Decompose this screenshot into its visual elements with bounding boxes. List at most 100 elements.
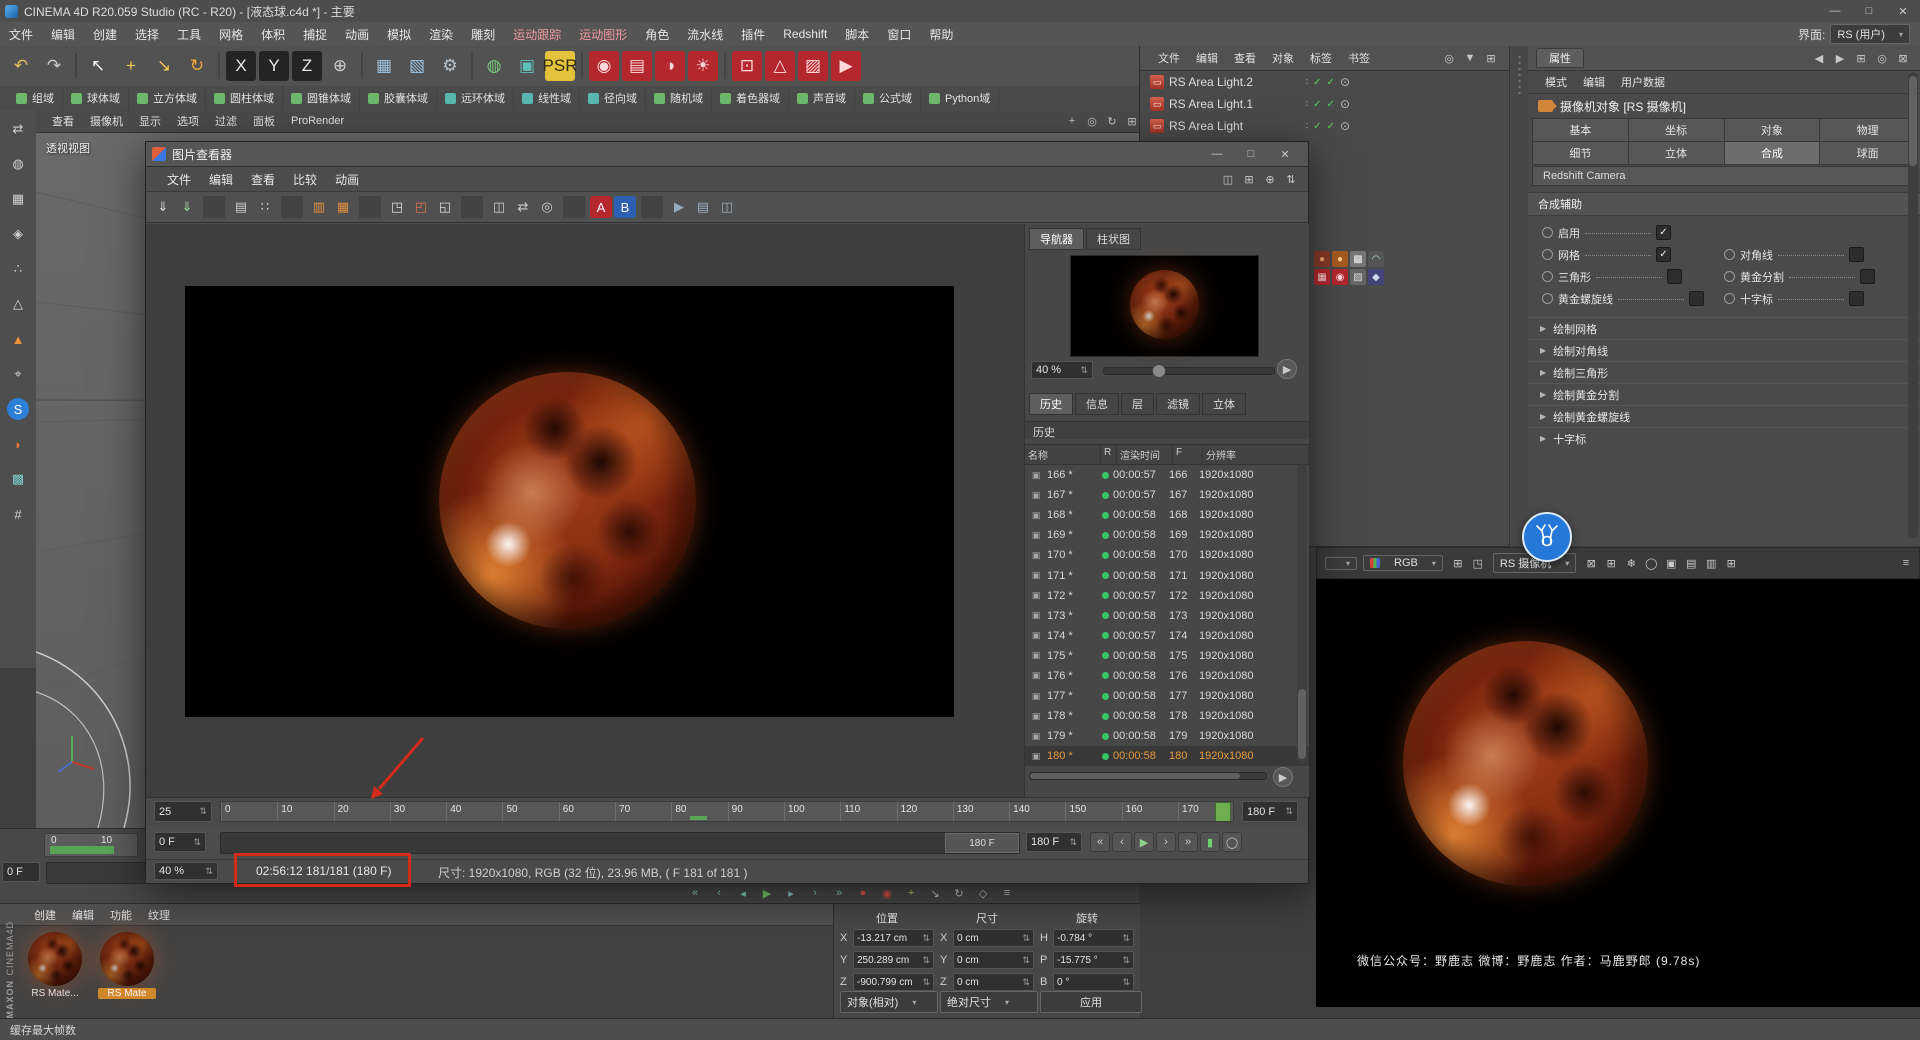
attribute-tab[interactable]: 基本: [1533, 119, 1628, 141]
object-row[interactable]: ▭ RS Area Light.1 ∶ ✓ ✓ ⊙: [1140, 93, 1350, 115]
interface-dropdown[interactable]: RS (用户) ▾: [1830, 24, 1910, 44]
tab-redshift-camera[interactable]: Redshift Camera: [1532, 166, 1916, 186]
field-preset-button[interactable]: 着色器域: [712, 86, 789, 110]
pv-start-frame-field[interactable]: 0 F ⇅: [154, 832, 206, 852]
ab-swap-icon[interactable]: ⇄: [512, 196, 534, 218]
selection-tool-icon[interactable]: ↖: [83, 51, 113, 81]
crop-region-icon[interactable]: ◰: [410, 196, 432, 218]
collapsible-section[interactable]: ▶ 绘制网格: [1528, 317, 1920, 339]
enabled-check[interactable]: ✓: [1313, 99, 1321, 110]
checkbox[interactable]: [1849, 291, 1864, 306]
attribute-tab[interactable]: 对象: [1724, 119, 1820, 141]
tab-attributes[interactable]: 属性: [1536, 48, 1584, 68]
rs-camera-icon[interactable]: ⊡: [732, 51, 762, 81]
collapsible-section[interactable]: ▶ 绘制黄金螺旋线: [1528, 405, 1920, 427]
channels-icon[interactable]: ▤: [230, 196, 252, 218]
viewport-menu-item[interactable]: 查看: [44, 113, 82, 129]
pv-frame-slider[interactable]: 180 F: [220, 832, 1020, 854]
checkbox[interactable]: [1849, 247, 1864, 262]
enable-axis-icon[interactable]: ⌖: [7, 363, 29, 385]
attribute-scrollbar[interactable]: [1908, 72, 1918, 538]
menu-item[interactable]: 窗口: [878, 26, 920, 43]
rs-proxy-icon[interactable]: △: [765, 51, 795, 81]
section-title[interactable]: 合成辅助: [1528, 192, 1920, 216]
expand-triangle-icon[interactable]: ▶: [1540, 324, 1546, 333]
exposure-icon[interactable]: ▥: [308, 196, 330, 218]
render-view-button[interactable]: ▦: [369, 51, 399, 81]
bookmark-icon[interactable]: ⊞: [1482, 49, 1500, 67]
apply-button[interactable]: 应用: [1040, 991, 1142, 1013]
coord-system-button[interactable]: ⊕: [325, 51, 355, 81]
compositing-tag-icon[interactable]: ▦: [1314, 269, 1330, 285]
menu-item[interactable]: 运动图形: [570, 26, 636, 43]
checkbox[interactable]: [1860, 269, 1875, 284]
key-param-icon[interactable]: ◇: [974, 884, 992, 902]
close-button[interactable]: ✕: [1886, 0, 1920, 22]
checkbox[interactable]: [1689, 291, 1704, 306]
scroll-sync-icon[interactable]: ⇅: [1282, 170, 1300, 188]
search-icon[interactable]: ◎: [1440, 49, 1458, 67]
size-mode-dropdown[interactable]: 绝对尺寸 ▾: [940, 991, 1038, 1013]
attribute-tab[interactable]: 物理: [1820, 119, 1915, 141]
uv-edit-icon[interactable]: ▩: [7, 468, 29, 490]
enabled-check[interactable]: ✓: [1313, 77, 1321, 88]
field-preset-button[interactable]: 径向域: [580, 86, 646, 110]
rotate-view-icon[interactable]: ↻: [1103, 112, 1121, 130]
attribute-tab[interactable]: 立体: [1628, 142, 1724, 164]
history-row[interactable]: ▣ 171 * 00:00:58 171 1920x1080: [1025, 565, 1309, 585]
rs-sun-icon[interactable]: ☀: [688, 51, 718, 81]
simulate-icon[interactable]: ◍: [479, 51, 509, 81]
pv-status-zoom-field[interactable]: 40 % ⇅: [154, 862, 218, 880]
om-menu-item[interactable]: 书签: [1340, 50, 1378, 66]
menu-item[interactable]: 雕刻: [462, 26, 504, 43]
scale-tool-icon[interactable]: ↘: [149, 51, 179, 81]
pv-navigator-thumbnail[interactable]: [1070, 255, 1259, 357]
field-preset-button[interactable]: 声音域: [789, 86, 855, 110]
field-preset-button[interactable]: 远环体域: [437, 86, 514, 110]
visibility-dots[interactable]: ∶: [1306, 77, 1309, 88]
texture-tag-icon[interactable]: ▨: [1350, 269, 1366, 285]
maximize-button[interactable]: □: [1852, 0, 1886, 22]
object-row[interactable]: ▭ RS Area Light ∶ ✓ ✓ ⊙: [1140, 115, 1350, 137]
playhead[interactable]: [1215, 802, 1231, 821]
history-row[interactable]: ▣ 170 * 00:00:58 170 1920x1080: [1025, 545, 1309, 565]
material-menu-item[interactable]: 编辑: [64, 907, 102, 923]
rs-dome-light-icon[interactable]: ◑: [655, 51, 685, 81]
om-menu-item[interactable]: 查看: [1226, 50, 1264, 66]
pv-end-frame-field[interactable]: 180 F ⇅: [1242, 801, 1298, 822]
history-row[interactable]: ▣ 174 * 00:00:57 174 1920x1080: [1025, 626, 1309, 646]
prev-frame-button[interactable]: ◂: [734, 884, 752, 902]
search-icon[interactable]: ◎: [1873, 49, 1891, 67]
back-icon[interactable]: ◀: [1810, 49, 1828, 67]
history-row[interactable]: ▣ 180 * 00:00:58 180 1920x1080: [1025, 746, 1309, 767]
psr-icon[interactable]: PSR: [543, 51, 577, 81]
coordinate-field[interactable]: -13.217 cm ⇅: [853, 929, 934, 947]
collapsible-section[interactable]: ▶ 绘制对角线: [1528, 339, 1920, 361]
pv-zoom-slider[interactable]: [1103, 364, 1275, 378]
rs-ipr-icon[interactable]: ▶: [831, 51, 861, 81]
expand-triangle-icon[interactable]: ▶: [1540, 346, 1546, 355]
menu-item[interactable]: 创建: [84, 26, 126, 43]
viewport-menu-item[interactable]: ProRender: [283, 115, 352, 127]
pv-menu-item[interactable]: 查看: [242, 171, 284, 188]
dock-splitter[interactable]: [1509, 46, 1530, 546]
pv-zoom-handle[interactable]: [1152, 364, 1166, 378]
history-row[interactable]: ▣ 179 * 00:00:58 179 1920x1080: [1025, 726, 1309, 746]
white-balance-icon[interactable]: ▦: [332, 196, 354, 218]
history-row[interactable]: ▣ 175 * 00:00:58 175 1920x1080: [1025, 646, 1309, 666]
pv-loop-button[interactable]: ◯: [1222, 832, 1242, 852]
viewport-menu-item[interactable]: 面板: [245, 113, 283, 129]
key-position-icon[interactable]: +: [902, 884, 920, 902]
snapshot-a-icon[interactable]: ▣: [1662, 554, 1680, 572]
preview-range[interactable]: [50, 846, 114, 854]
x-axis-button[interactable]: X: [226, 51, 256, 81]
filmstrip-icon[interactable]: ▤: [692, 196, 714, 218]
keyframe-circle-icon[interactable]: [1542, 249, 1553, 260]
keyframe-circle-icon[interactable]: [1542, 293, 1553, 304]
om-menu-item[interactable]: 标签: [1302, 50, 1340, 66]
menu-item[interactable]: 选择: [126, 26, 168, 43]
pv-nav-tab[interactable]: 柱状图: [1086, 228, 1141, 250]
mode-menu-item[interactable]: 模式: [1538, 74, 1574, 90]
solo-mode-icon[interactable]: S: [7, 398, 29, 420]
visibility-dots[interactable]: ∶: [1306, 99, 1309, 110]
